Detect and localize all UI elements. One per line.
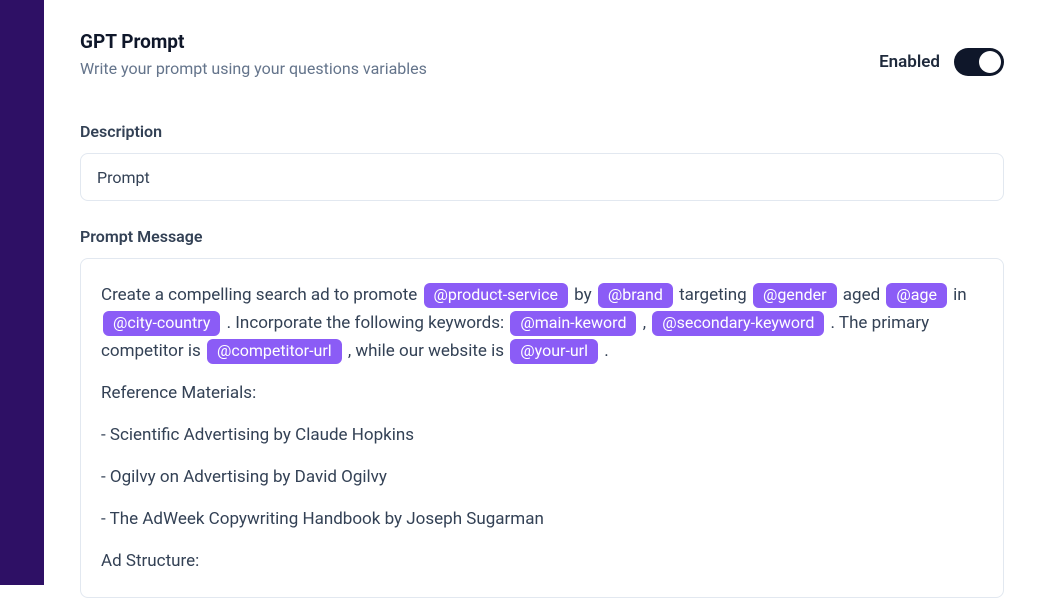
description-input-value: Prompt	[97, 168, 150, 187]
prompt-label: Prompt Message	[80, 227, 1004, 246]
prompt-paragraph: - Ogilvy on Advertising by David Ogilvy	[101, 463, 983, 491]
prompt-text: , while our website is	[344, 341, 509, 361]
enabled-toggle-group: Enabled	[879, 48, 1004, 76]
variable-chip[interactable]: @secondary-keyword	[652, 311, 824, 336]
prompt-text: Ad Structure:	[101, 551, 199, 571]
header-row: GPT Prompt Write your prompt using your …	[80, 30, 1004, 78]
prompt-section: Prompt Message Create a compelling searc…	[80, 227, 1004, 598]
page-title: GPT Prompt	[80, 30, 427, 53]
prompt-text: .	[600, 341, 609, 361]
variable-chip[interactable]: @city-country	[103, 311, 220, 336]
variable-chip[interactable]: @your-url	[510, 339, 598, 364]
variable-chip[interactable]: @main-keword	[510, 311, 636, 336]
variable-chip[interactable]: @brand	[598, 283, 673, 308]
description-input[interactable]: Prompt	[80, 153, 1004, 201]
prompt-paragraph: Create a compelling search ad to promote…	[101, 281, 983, 365]
enabled-toggle[interactable]	[954, 48, 1004, 76]
prompt-text: ,	[638, 313, 650, 333]
prompt-text: - Ogilvy on Advertising by David Ogilvy	[101, 467, 387, 487]
variable-chip[interactable]: @competitor-url	[207, 339, 342, 364]
prompt-text: in	[949, 285, 967, 305]
variable-chip[interactable]: @gender	[753, 283, 837, 308]
toggle-knob	[979, 51, 1001, 73]
sidebar-strip	[0, 0, 44, 585]
variable-chip[interactable]: @product-service	[424, 283, 568, 308]
prompt-text: Create a compelling search ad to promote	[101, 285, 422, 305]
prompt-paragraph: - The AdWeek Copywriting Handbook by Jos…	[101, 505, 983, 533]
prompt-message-input[interactable]: Create a compelling search ad to promote…	[80, 258, 1004, 598]
prompt-text: - Scientific Advertising by Claude Hopki…	[101, 425, 414, 445]
prompt-paragraph: Ad Structure:	[101, 547, 983, 575]
title-block: GPT Prompt Write your prompt using your …	[80, 30, 427, 78]
prompt-text: Reference Materials:	[101, 383, 256, 403]
prompt-text: targeting	[675, 285, 751, 305]
variable-chip[interactable]: @age	[886, 283, 947, 308]
page-subtitle: Write your prompt using your questions v…	[80, 59, 427, 78]
prompt-paragraph: - Scientific Advertising by Claude Hopki…	[101, 421, 983, 449]
prompt-text: by	[570, 285, 596, 305]
prompt-paragraph: Reference Materials:	[101, 379, 983, 407]
prompt-text: . Incorporate the following keywords:	[222, 313, 508, 333]
description-label: Description	[80, 122, 1004, 141]
description-section: Description Prompt	[80, 122, 1004, 201]
prompt-text: - The AdWeek Copywriting Handbook by Jos…	[101, 509, 544, 529]
enabled-toggle-label: Enabled	[879, 52, 940, 72]
main-panel: GPT Prompt Write your prompt using your …	[44, 0, 1040, 585]
prompt-text: aged	[839, 285, 885, 305]
